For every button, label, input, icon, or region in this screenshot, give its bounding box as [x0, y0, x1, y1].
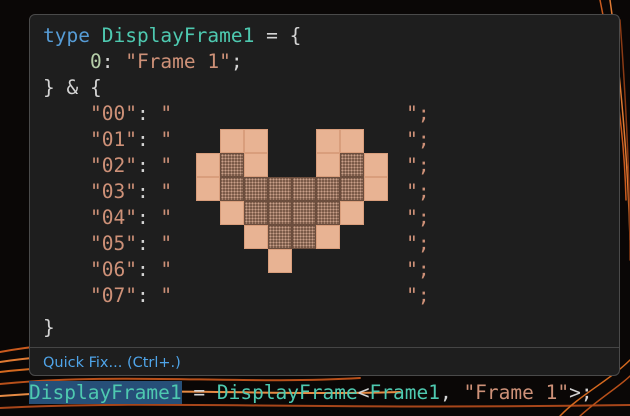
type-argument: Frame1	[369, 381, 440, 404]
heart-outline-pixel	[268, 249, 292, 273]
heart-outline-pixel	[220, 201, 244, 225]
string-open-quote: "	[160, 258, 173, 281]
editor-code-line: DisplayFrame1 = DisplayFrame<Frame1, "Fr…	[29, 378, 593, 408]
string-close-quote: ";	[406, 284, 430, 307]
heart-fill-pixel	[292, 177, 316, 201]
pixel-heart-image	[196, 127, 388, 287]
heart-outline-pixel	[220, 129, 244, 153]
code-line-type-declaration: type DisplayFrame1 = {	[43, 23, 301, 49]
divider	[30, 347, 619, 348]
code-punctuation: :	[136, 232, 161, 255]
code-punctuation: :	[136, 102, 161, 125]
heart-outline-pixel	[244, 225, 268, 249]
generic-type-name: DisplayFrame	[216, 381, 358, 404]
code-punctuation: = {	[254, 24, 302, 47]
code-punctuation: :	[136, 258, 161, 281]
heart-fill-pixel	[292, 201, 316, 225]
string-close-quote: ";	[406, 180, 430, 203]
heart-outline-pixel	[244, 129, 268, 153]
heart-fill-pixel	[220, 177, 244, 201]
heart-fill-pixel	[268, 177, 292, 201]
heart-fill-pixel	[292, 225, 316, 249]
string-open-quote: "	[160, 232, 173, 255]
hover-tooltip-panel: type DisplayFrame1 = { 0: "Frame 1"; } &…	[29, 14, 620, 376]
quick-fix-link[interactable]: Quick Fix... (Ctrl+.)	[43, 353, 181, 373]
heart-fill-pixel	[244, 201, 268, 225]
heart-fill-pixel	[340, 177, 364, 201]
string-close-quote: ";	[406, 258, 430, 281]
heart-fill-pixel	[340, 153, 364, 177]
string-open-quote: "	[160, 180, 173, 203]
string-open-quote: "	[160, 154, 173, 177]
heart-outline-pixel	[340, 129, 364, 153]
heart-outline-pixel	[364, 153, 388, 177]
heart-outline-pixel	[196, 177, 220, 201]
type-name: DisplayFrame1	[101, 24, 255, 47]
code-punctuation: ;	[230, 50, 243, 73]
string-close-quote: ";	[406, 206, 430, 229]
heart-fill-pixel	[244, 177, 268, 201]
code-punctuation: ,	[439, 381, 464, 404]
code-punctuation: :	[136, 180, 161, 203]
row-key: "03"	[89, 180, 137, 203]
heart-fill-pixel	[268, 201, 292, 225]
string-open-quote: "	[160, 128, 173, 151]
code-punctuation: >;	[569, 381, 593, 404]
heart-fill-pixel	[316, 201, 340, 225]
code-line-frame-property: 0: "Frame 1";	[43, 49, 243, 75]
property-value: "Frame 1"	[125, 50, 231, 73]
code-line-closing-brace: }	[43, 316, 55, 339]
heart-outline-pixel	[340, 201, 364, 225]
heart-outline-pixel	[316, 153, 340, 177]
heart-fill-pixel	[316, 177, 340, 201]
property-key: 0	[89, 50, 102, 73]
string-open-quote: "	[160, 206, 173, 229]
heart-outline-pixel	[196, 153, 220, 177]
row-key: "06"	[89, 258, 137, 281]
heart-outline-pixel	[316, 225, 340, 249]
heart-fill-pixel	[220, 153, 244, 177]
heart-fill-pixel	[268, 225, 292, 249]
code-punctuation: :	[136, 206, 161, 229]
row-key: "01"	[89, 128, 137, 151]
code-punctuation: :	[136, 284, 161, 307]
hovered-type-name[interactable]: DisplayFrame1	[29, 381, 182, 404]
code-punctuation: <	[357, 381, 370, 404]
heart-outline-pixel	[316, 129, 340, 153]
row-key: "00"	[89, 102, 137, 125]
row-key: "04"	[89, 206, 137, 229]
heart-outline-pixel	[244, 153, 268, 177]
code-line-intersection: } & {	[43, 76, 102, 99]
heart-outline-pixel	[364, 177, 388, 201]
row-key: "02"	[89, 154, 137, 177]
code-punctuation: =	[181, 381, 217, 404]
row-key: "05"	[89, 232, 137, 255]
row-key: "07"	[89, 284, 137, 307]
string-close-quote: ";	[406, 232, 430, 255]
string-open-quote: "	[160, 102, 173, 125]
string-open-quote: "	[160, 284, 173, 307]
code-punctuation: :	[101, 50, 126, 73]
keyword-type: type	[43, 24, 90, 47]
string-close-quote: ";	[406, 128, 430, 151]
code-punctuation: :	[136, 128, 161, 151]
string-argument: "Frame 1"	[463, 381, 570, 404]
code-punctuation: :	[136, 154, 161, 177]
string-close-quote: ";	[406, 154, 430, 177]
code-line-row: "00": " ";	[43, 101, 430, 127]
string-close-quote: ";	[406, 102, 430, 125]
